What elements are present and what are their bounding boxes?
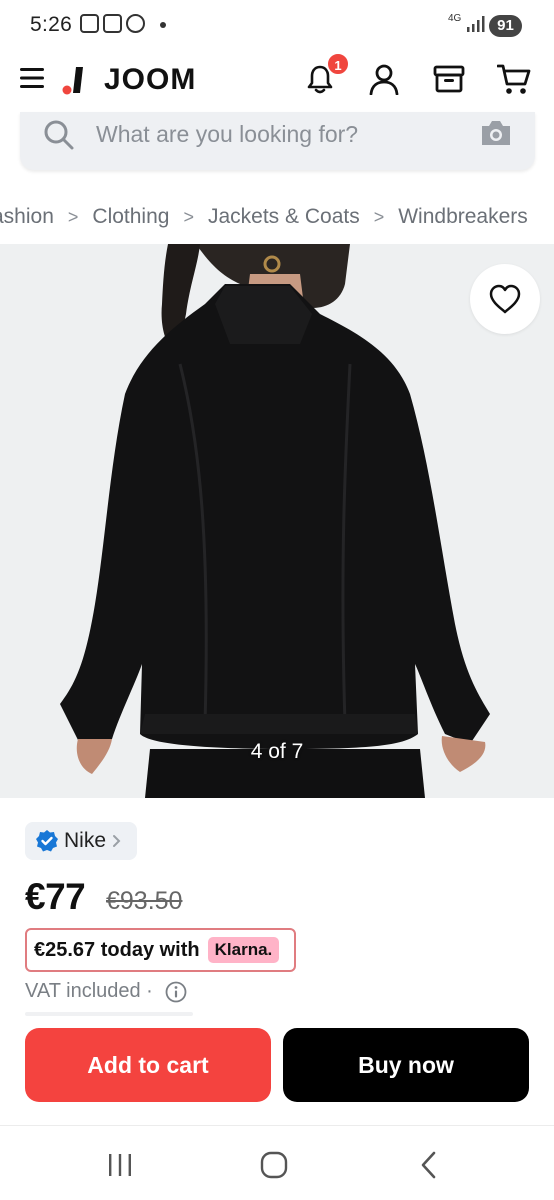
notification-badge: 1 [326, 52, 350, 76]
breadcrumb-chevron-icon: > [67, 206, 79, 227]
back-icon[interactable] [415, 1150, 445, 1180]
brand-name: JOOM [104, 63, 197, 96]
system-navigation-bar [0, 1125, 554, 1200]
joom-logo[interactable]: JOOM [62, 63, 196, 97]
image-counter: 4 of 7 [250, 740, 304, 763]
breadcrumb-item-windbreakers[interactable]: Windbreakers [398, 205, 528, 229]
product-image-gallery[interactable] [0, 244, 554, 798]
more-notifications-icon [160, 22, 166, 28]
current-price: €77 [25, 876, 86, 917]
chevron-right-icon [113, 835, 121, 847]
home-icon[interactable] [259, 1150, 289, 1180]
cart-button[interactable] [495, 60, 533, 98]
recent-apps-icon[interactable] [105, 1150, 135, 1180]
product-image [60, 244, 490, 798]
search-icon [44, 120, 74, 150]
original-price: €93.50 [106, 887, 183, 915]
buy-now-button[interactable]: Buy now [283, 1028, 529, 1102]
menu-icon[interactable] [20, 66, 46, 90]
profile-button[interactable] [365, 60, 403, 98]
status-time: 5:26 [30, 13, 73, 36]
battery-level: 91 [489, 15, 522, 37]
cart-icon [497, 64, 531, 94]
archive-box-icon [433, 65, 465, 93]
klarna-installment-text: €25.67 today with [34, 938, 200, 961]
brand-link[interactable]: Nike [25, 822, 137, 860]
vat-label: VAT included · [25, 980, 153, 1002]
app-header: JOOM 1 [0, 52, 554, 114]
favorite-button[interactable] [470, 264, 540, 334]
signal-icon [467, 16, 485, 32]
status-bar: 5:26 4G 91 [0, 0, 554, 52]
gmail-icon [103, 14, 122, 33]
network-type: 4G [448, 13, 462, 24]
breadcrumb-item-fashion[interactable]: ashion [0, 205, 54, 229]
vat-info: VAT included · [25, 980, 187, 1003]
product-page: 5:26 4G 91 JOOM 1 What are you looking f… [0, 0, 554, 1200]
brand-name-label: Nike [64, 829, 107, 852]
breadcrumb-chevron-icon: > [183, 206, 194, 227]
add-to-cart-button[interactable]: Add to cart [25, 1028, 271, 1102]
orders-button[interactable] [430, 60, 468, 98]
camera-search-icon[interactable] [479, 118, 513, 148]
breadcrumb-chevron-icon: > [373, 206, 385, 227]
klarna-installment-box[interactable]: €25.67 today with Klarna. [25, 928, 296, 972]
screenshot-icon [80, 14, 99, 33]
breadcrumb-item-jackets-coats[interactable]: Jackets & Coats [208, 205, 360, 229]
search-bar[interactable]: What are you looking for? [20, 112, 535, 170]
app-icon [126, 14, 145, 33]
info-icon[interactable] [165, 981, 187, 1003]
user-icon [369, 64, 399, 95]
search-input[interactable]: What are you looking for? [96, 121, 358, 148]
breadcrumb: ashion > Clothing > Jackets & Coats > Wi… [0, 205, 554, 235]
joom-logo-mark-icon [62, 67, 83, 95]
klarna-badge: Klarna. [207, 937, 280, 963]
status-notification-icons [80, 14, 145, 33]
divider [25, 1012, 193, 1016]
breadcrumb-item-clothing[interactable]: Clothing [92, 205, 169, 229]
heart-icon [489, 284, 521, 314]
verified-badge-icon [36, 830, 58, 852]
